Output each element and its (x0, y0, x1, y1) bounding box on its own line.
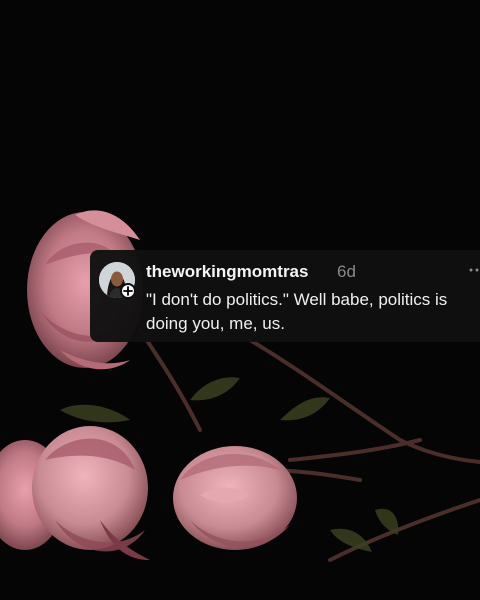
username[interactable]: theworkingmomtras (146, 262, 308, 282)
follow-plus-icon[interactable] (120, 283, 136, 299)
more-options-icon[interactable] (468, 262, 480, 278)
post-card[interactable]: theworkingmomtras 6d "I don't do politic… (90, 250, 480, 342)
post-text: "I don't do politics." Well babe, politi… (146, 290, 448, 333)
post-timestamp: 6d (337, 262, 356, 281)
